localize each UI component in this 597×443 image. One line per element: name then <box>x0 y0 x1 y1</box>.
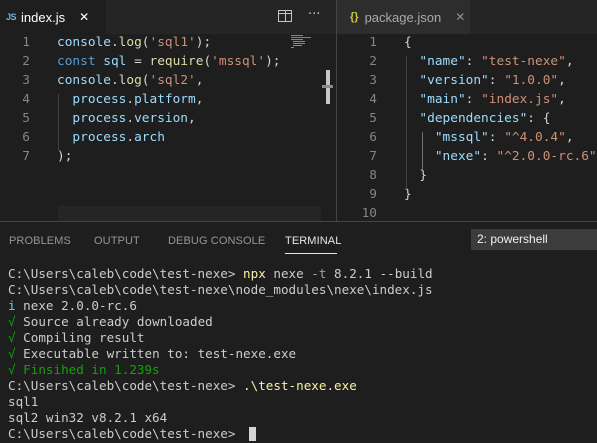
scrollbar-marker <box>322 85 333 88</box>
line-number: 10 <box>361 206 377 221</box>
terminal-line: √ Source already downloaded <box>8 314 213 329</box>
tab-problems[interactable]: PROBLEMS <box>9 235 71 247</box>
code-text: const sql = require('mssql'); <box>57 54 281 69</box>
terminal-line: √ Executable written to: test-nexe.exe <box>8 346 297 361</box>
code-text: "version": "1.0.0", <box>419 73 566 88</box>
code-text: console.log('sql1'); <box>57 35 212 50</box>
line-number: 6 <box>369 130 377 145</box>
line-number: 1 <box>369 35 377 50</box>
tab-package-json[interactable]: {} package.json ✕ <box>337 0 470 34</box>
terminal-line: C:\Users\caleb\code\test-nexe> .\test-ne… <box>8 378 357 393</box>
code-text: "mssql": "^4.0.4", <box>434 130 574 145</box>
code-line[interactable]: 6 process.arch <box>0 128 321 147</box>
code-text: ); <box>57 149 73 164</box>
terminal-select[interactable]: 2: powershell <box>471 229 597 250</box>
right-editor[interactable]: 1{2 "name": "test-nexe", 3 "version": "1.… <box>337 34 597 221</box>
tab-terminal[interactable]: TERMINAL <box>285 235 341 247</box>
code-line[interactable]: 1 console.log('sql1'); <box>0 34 321 52</box>
tab-index-js[interactable]: JS index.js ✕ <box>0 0 106 34</box>
line-number: 1 <box>22 35 30 50</box>
code-line[interactable]: 9} <box>337 185 597 204</box>
code-text: console.log('sql2', <box>57 73 204 88</box>
minimap[interactable] <box>291 35 321 49</box>
editor-fade <box>58 206 321 221</box>
code-line[interactable]: 2 "name": "test-nexe", <box>337 52 597 71</box>
right-tab-bar: {} package.json ✕ <box>337 0 597 34</box>
code-line[interactable]: 1{ <box>337 34 597 52</box>
line-number: 7 <box>22 149 30 164</box>
line-number: 3 <box>369 73 377 88</box>
code-line[interactable]: 4 process.platform, <box>0 90 321 109</box>
code-line[interactable]: 2 const sql = require('mssql'); <box>0 52 321 71</box>
tab-debug-console[interactable]: DEBUG CONSOLE <box>168 235 265 247</box>
code-line[interactable]: 7); <box>0 147 321 166</box>
terminal-line: i nexe 2.0.0-rc.6 <box>8 298 137 313</box>
js-file-icon: JS <box>6 12 17 22</box>
tab-output[interactable]: OUTPUT <box>94 235 140 247</box>
terminal-line: sql1 <box>8 394 39 409</box>
indent-guide <box>406 56 407 189</box>
line-number: 4 <box>22 92 30 107</box>
line-number: 2 <box>369 54 377 69</box>
line-number: 7 <box>369 149 377 164</box>
terminal-line: C:\Users\caleb\code\test-nexe> npx nexe … <box>8 266 433 281</box>
line-number: 4 <box>369 92 377 107</box>
code-text: process.version, <box>72 111 196 126</box>
code-text: } <box>419 168 428 183</box>
line-number: 5 <box>369 111 377 126</box>
code-text: "nexe": "^2.0.0-rc.6" <box>434 149 597 164</box>
line-number: 8 <box>369 168 377 183</box>
code-line[interactable]: 10 <box>337 204 597 221</box>
left-tab-bar: JS index.js ✕ ··· <box>0 0 336 34</box>
code-line[interactable]: 5 "dependencies": { <box>337 109 597 128</box>
code-line[interactable]: 4 "main": "index.js", <box>337 90 597 109</box>
code-text: process.arch <box>72 130 165 145</box>
line-number: 6 <box>22 130 30 145</box>
left-editor[interactable]: 1 console.log('sql1'); 2 const sql = requir… <box>0 34 321 221</box>
line-number: 3 <box>22 73 30 88</box>
terminal-cursor <box>249 427 256 441</box>
close-icon[interactable]: ✕ <box>455 10 465 24</box>
tab-label: index.js <box>21 9 66 25</box>
indent-guide-active <box>422 132 423 170</box>
terminal-line: sql2 win32 v8.2.1 x64 <box>8 410 168 425</box>
json-file-icon: {} <box>350 11 359 23</box>
more-actions-icon[interactable]: ··· <box>308 7 320 22</box>
terminal-line: √ Compiling result <box>8 330 145 345</box>
code-text: "dependencies": { <box>419 111 551 126</box>
line-number: 5 <box>22 111 30 126</box>
code-text: "name": "test-nexe", <box>419 54 574 69</box>
code-line[interactable]: 6 "mssql": "^4.0.4", <box>337 128 597 147</box>
code-text: process.platform, <box>72 92 204 107</box>
split-editor-icon[interactable] <box>278 10 292 22</box>
terminal-line: C:\Users\caleb\code\test-nexe\node_modul… <box>8 282 433 297</box>
indent-guide <box>58 94 59 151</box>
code-text: { <box>404 35 412 50</box>
editor-scrollbar[interactable] <box>321 34 335 221</box>
line-number: 2 <box>22 54 30 69</box>
close-icon[interactable]: ✕ <box>79 10 89 24</box>
terminal-line: C:\Users\caleb\code\test-nexe> <box>8 426 244 441</box>
terminal-line: √ Finsihed in 1.239s <box>8 362 160 377</box>
code-line[interactable]: 8 } <box>337 166 597 185</box>
line-number: 9 <box>369 187 377 202</box>
code-line[interactable]: 3 console.log('sql2', <box>0 71 321 90</box>
code-line[interactable]: 7 "nexe": "^2.0.0-rc.6" <box>337 147 597 166</box>
tab-label: package.json <box>364 9 442 25</box>
code-line[interactable]: 3 "version": "1.0.0", <box>337 71 597 90</box>
code-text: "main": "index.js", <box>419 92 566 107</box>
active-tab-underline <box>285 253 337 254</box>
code-line[interactable]: 5 process.version, <box>0 109 321 128</box>
